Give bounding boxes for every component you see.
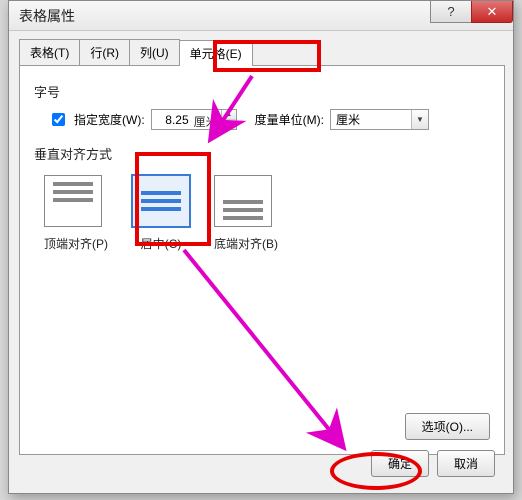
cell-panel: 字号 指定宽度(W): 厘米 ▲ ▼ 度量单位(M): 厘米 ▼ (19, 65, 505, 455)
tab-strip: 表格(T) 行(R) 列(U) 单元格(E) (19, 39, 505, 65)
tab-label: 列(U) (140, 46, 169, 60)
spinner-up-icon[interactable]: ▲ (222, 110, 236, 120)
tab-column[interactable]: 列(U) (129, 39, 180, 65)
measure-unit-label: 度量单位(M): (255, 111, 324, 128)
valign-section-label: 垂直对齐方式 (34, 144, 490, 163)
valign-center-option[interactable] (132, 175, 190, 227)
options-button-label: 选项(O)... (422, 420, 473, 434)
close-button[interactable]: ✕ (471, 1, 513, 23)
tab-label: 单元格(E) (190, 47, 242, 61)
measure-unit-value: 厘米 (331, 111, 411, 128)
valign-top-option[interactable] (44, 175, 102, 227)
tab-cell[interactable]: 单元格(E) (179, 40, 253, 66)
tab-label: 行(R) (90, 46, 119, 60)
width-unit: 厘米 (192, 110, 221, 129)
specify-width-label: 指定宽度(W): (74, 111, 145, 128)
valign-group: 顶端对齐(P) 居中(C) 底端对齐(B) (44, 175, 490, 252)
valign-top-label: 顶端对齐(P) (44, 235, 108, 252)
width-input[interactable] (152, 110, 192, 129)
chevron-down-icon[interactable]: ▼ (411, 110, 428, 129)
cancel-button-label: 取消 (454, 457, 478, 471)
tab-table[interactable]: 表格(T) (19, 39, 80, 65)
spinner-down-icon[interactable]: ▼ (222, 120, 236, 129)
close-icon: ✕ (487, 4, 498, 20)
titlebar: 表格属性 ? ✕ (9, 1, 513, 31)
specify-width-checkbox[interactable] (52, 113, 65, 126)
tab-label: 表格(T) (30, 46, 69, 60)
dialog-title: 表格属性 (19, 6, 75, 26)
valign-bottom-option[interactable] (214, 175, 272, 227)
ok-button-label: 确定 (388, 457, 412, 471)
cancel-button[interactable]: 取消 (437, 450, 495, 477)
size-section-label: 字号 (34, 82, 490, 101)
table-properties-dialog: 表格属性 ? ✕ 表格(T) 行(R) 列(U) 单元格(E) 字号 指定宽度(… (8, 0, 514, 494)
help-button[interactable]: ? (430, 1, 472, 23)
measure-unit-select[interactable]: 厘米 ▼ (330, 109, 429, 130)
options-button[interactable]: 选项(O)... (405, 413, 490, 440)
ok-button[interactable]: 确定 (371, 450, 429, 477)
tab-row[interactable]: 行(R) (79, 39, 130, 65)
width-spinner[interactable]: 厘米 ▲ ▼ (151, 109, 237, 130)
valign-center-label: 居中(C) (132, 235, 190, 252)
valign-bottom-label: 底端对齐(B) (214, 235, 278, 252)
